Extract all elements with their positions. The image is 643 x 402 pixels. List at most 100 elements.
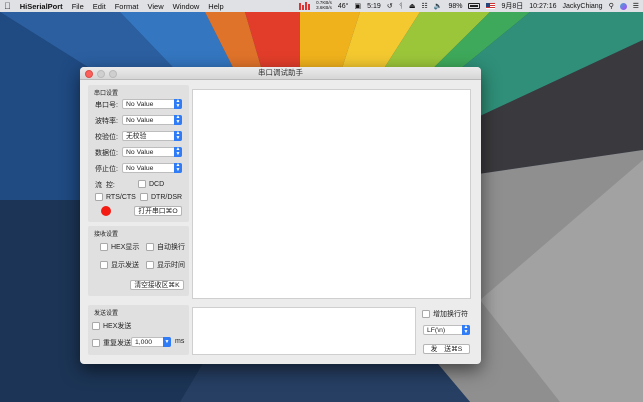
dtr-dsr-label: DTR/DSR bbox=[151, 193, 183, 201]
window-title: 串口调试助手 bbox=[258, 68, 303, 77]
temperature-readout[interactable]: 46° bbox=[338, 3, 349, 10]
port-status-indicator bbox=[101, 206, 111, 216]
network-speed[interactable]: 0.7KB/s 3.6KB/s bbox=[316, 1, 332, 10]
data-bits-label: 数据位: bbox=[95, 150, 118, 157]
battery-icon[interactable] bbox=[468, 3, 481, 9]
minimize-window-button[interactable] bbox=[97, 70, 105, 78]
parity-label: 校验位: bbox=[95, 134, 118, 141]
hex-display-label: HEX显示 bbox=[111, 244, 140, 251]
zoom-window-button[interactable] bbox=[109, 70, 117, 78]
serial-settings-group: 串口设置 串口号: No Value ▲ ▼ 波特率: No Value ▲ ▼ 校… bbox=[88, 85, 189, 222]
close-window-button[interactable] bbox=[85, 70, 93, 78]
checkbox-box bbox=[138, 180, 146, 188]
chevron-updown-icon: ▲ ▼ bbox=[174, 146, 182, 157]
timer-icon[interactable]: ▣ bbox=[354, 2, 361, 10]
checkbox-box bbox=[100, 243, 108, 251]
add-newline-checkbox[interactable]: 增加换行符 bbox=[422, 309, 468, 319]
notification-center-icon[interactable]: ☰ bbox=[633, 2, 639, 10]
volume-icon[interactable]: 🔈 bbox=[434, 2, 443, 10]
network-download: 3.6KB/s bbox=[316, 5, 332, 10]
menu-file[interactable]: File bbox=[72, 2, 84, 11]
repeat-interval-combo[interactable]: 1,000 ▼ bbox=[131, 337, 171, 347]
open-port-button[interactable]: 打开串口⌘O bbox=[134, 206, 182, 216]
auto-newline-checkbox[interactable]: 自动换行 bbox=[146, 242, 185, 252]
repeat-interval-value: 1,000 bbox=[135, 339, 153, 346]
menu-format[interactable]: Format bbox=[115, 2, 139, 11]
menu-bar:  HiSerialPort File Edit Format View Win… bbox=[0, 0, 643, 12]
show-time-checkbox[interactable]: 显示时间 bbox=[146, 260, 185, 270]
bluetooth-icon[interactable]: ᛩ bbox=[399, 3, 403, 10]
activity-bars-icon[interactable] bbox=[299, 2, 311, 10]
port-select-value: No Value bbox=[126, 101, 154, 108]
hex-display-checkbox[interactable]: HEX显示 bbox=[100, 242, 139, 252]
menu-date[interactable]: 9月8日 bbox=[501, 1, 523, 11]
checkbox-box bbox=[92, 339, 100, 347]
line-ending-value: LF(\n) bbox=[427, 327, 446, 334]
menu-app-name[interactable]: HiSerialPort bbox=[20, 2, 63, 11]
port-select[interactable]: No Value ▲ ▼ bbox=[122, 99, 182, 109]
send-settings-group: 发送设置 HEX发送 重复发送 1,000 ▼ ms bbox=[88, 305, 189, 355]
wifi-icon[interactable]: ☷ bbox=[421, 2, 427, 10]
siri-icon[interactable] bbox=[619, 2, 627, 10]
chevron-updown-icon: ▲ ▼ bbox=[174, 98, 182, 109]
menu-clock[interactable]: 10:27:16 bbox=[529, 3, 556, 10]
rts-cts-checkbox[interactable]: RTS/CTS bbox=[95, 193, 136, 201]
chevron-updown-icon: ▲ ▼ bbox=[174, 114, 182, 125]
port-label: 串口号: bbox=[95, 102, 118, 109]
hex-send-checkbox[interactable]: HEX发送 bbox=[92, 321, 131, 331]
eject-icon[interactable]: ⏏ bbox=[409, 2, 416, 10]
chevron-updown-icon: ▲ ▼ bbox=[174, 162, 182, 173]
checkbox-box bbox=[146, 261, 154, 269]
receive-text-area[interactable] bbox=[192, 89, 471, 299]
menu-view[interactable]: View bbox=[147, 2, 163, 11]
repeat-send-checkbox[interactable]: 重复发送 bbox=[92, 338, 131, 348]
send-settings-title: 发送设置 bbox=[94, 311, 119, 317]
data-bits-select-value: No Value bbox=[126, 149, 154, 156]
receive-settings-title: 接收设置 bbox=[94, 232, 119, 238]
send-button[interactable]: 发 送⌘S bbox=[423, 344, 470, 354]
menu-user[interactable]: JackyChiang bbox=[563, 3, 603, 10]
dcd-checkbox[interactable]: DCD bbox=[138, 180, 164, 188]
spotlight-search-icon[interactable]: ⚲ bbox=[609, 2, 614, 10]
auto-newline-label: 自动换行 bbox=[157, 244, 185, 251]
parity-select[interactable]: 无校验 ▲ ▼ bbox=[122, 131, 182, 141]
menu-edit[interactable]: Edit bbox=[93, 2, 106, 11]
battery-percent[interactable]: 98% bbox=[448, 3, 462, 10]
parity-select-value: 无校验 bbox=[126, 133, 147, 140]
baud-label: 波特率: bbox=[95, 118, 118, 125]
interval-unit-label: ms bbox=[175, 338, 185, 345]
input-source-flag-icon[interactable] bbox=[486, 3, 496, 9]
line-ending-select[interactable]: LF(\n) ▲ ▼ bbox=[423, 325, 470, 335]
window-titlebar[interactable]: 串口调试助手 bbox=[80, 67, 481, 80]
apple-icon[interactable]:  bbox=[4, 1, 11, 11]
data-bits-select[interactable]: No Value ▲ ▼ bbox=[122, 147, 182, 157]
flow-control-label: 流 控: bbox=[95, 182, 115, 189]
chevron-updown-icon: ▲ ▼ bbox=[174, 130, 182, 141]
chevron-updown-icon: ▲ ▼ bbox=[462, 324, 470, 335]
serial-settings-title: 串口设置 bbox=[94, 91, 119, 97]
checkbox-box bbox=[422, 310, 430, 318]
dtr-dsr-checkbox[interactable]: DTR/DSR bbox=[140, 193, 182, 201]
chevron-down-icon: ▼ bbox=[163, 337, 171, 347]
stop-bits-select[interactable]: No Value ▲ ▼ bbox=[122, 163, 182, 173]
send-text-area[interactable] bbox=[192, 307, 416, 355]
hex-send-label: HEX发送 bbox=[103, 323, 132, 330]
menu-help[interactable]: Help bbox=[208, 2, 223, 11]
serial-assistant-window: 串口调试助手 串口设置 串口号: No Value ▲ ▼ 波特率: No Val… bbox=[80, 67, 481, 364]
stop-bits-label: 停止位: bbox=[95, 166, 118, 173]
checkbox-box bbox=[92, 322, 100, 330]
receive-settings-group: 接收设置 HEX显示 自动换行 显示发送 显示时间 清空接收区⌘K bbox=[88, 226, 189, 296]
show-sent-checkbox[interactable]: 显示发送 bbox=[100, 260, 139, 270]
clear-receive-button[interactable]: 清空接收区⌘K bbox=[130, 280, 184, 290]
menu-window[interactable]: Window bbox=[173, 2, 200, 11]
checkbox-box bbox=[95, 193, 103, 201]
checkbox-box bbox=[140, 193, 148, 201]
add-newline-label: 增加换行符 bbox=[433, 311, 468, 318]
baud-select[interactable]: No Value ▲ ▼ bbox=[122, 115, 182, 125]
show-sent-label: 显示发送 bbox=[111, 262, 139, 269]
timer-readout[interactable]: 5:19 bbox=[367, 3, 381, 10]
dcd-label: DCD bbox=[149, 180, 165, 188]
repeat-send-label: 重复发送 bbox=[103, 340, 131, 347]
baud-select-value: No Value bbox=[126, 117, 154, 124]
history-icon[interactable]: ↺ bbox=[387, 2, 393, 10]
